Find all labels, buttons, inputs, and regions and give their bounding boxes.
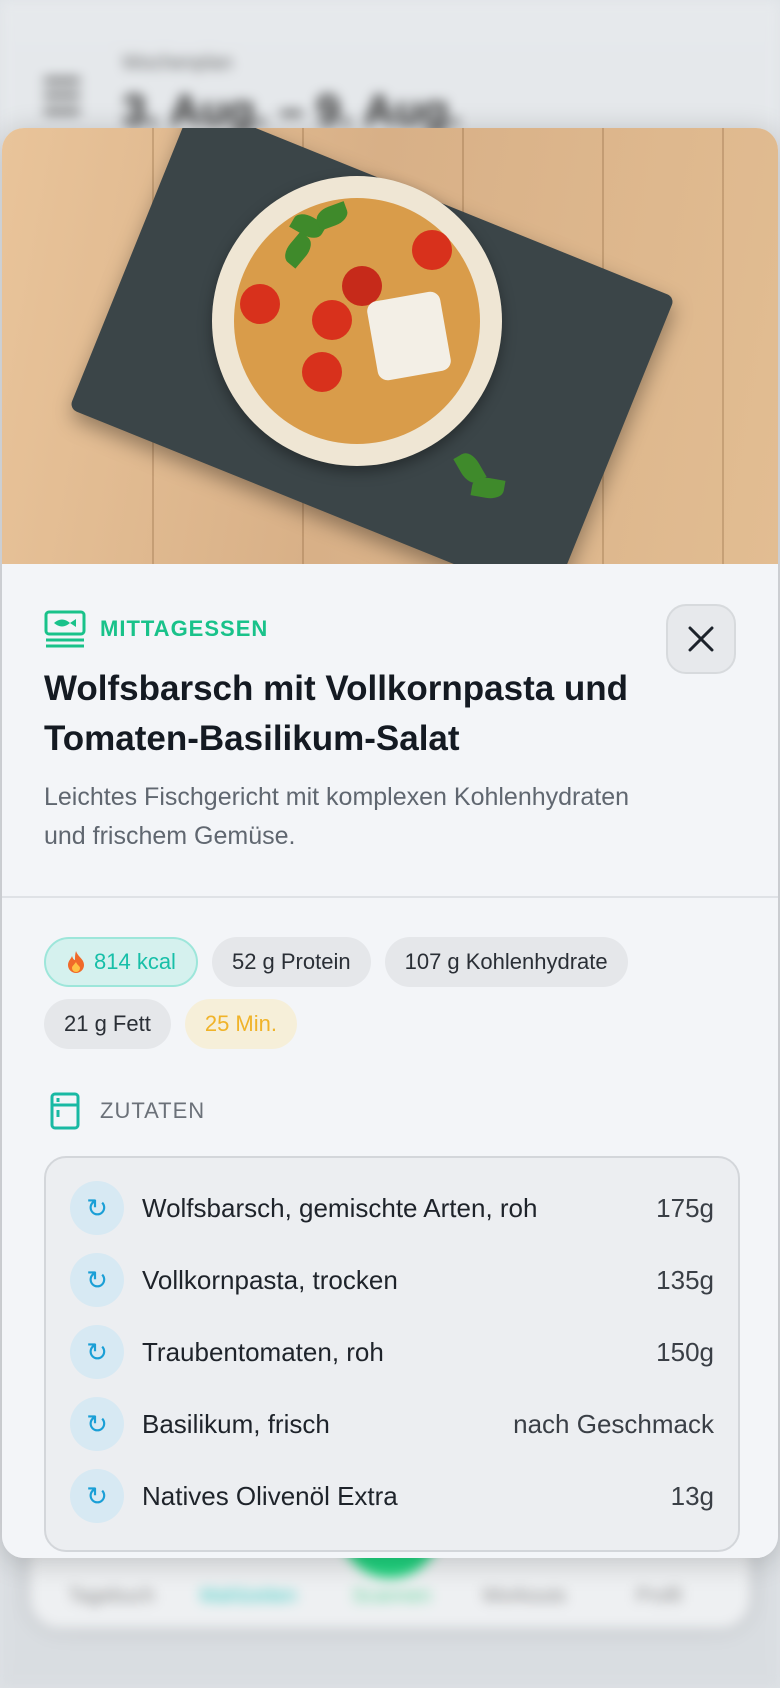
ingredient-row: ↻ Basilikum, frisch nach Geschmack (70, 1388, 714, 1460)
nav-label-profile: Profil (636, 1585, 682, 1607)
meal-header: MITTAGESSEN Wolfsbarsch mit Vollkornpast… (2, 564, 778, 898)
ingredient-row: ↻ Traubentomaten, roh 150g (70, 1316, 714, 1388)
swap-icon: ↻ (86, 1192, 108, 1223)
meal-detail-sheet: MITTAGESSEN Wolfsbarsch mit Vollkornpast… (2, 564, 778, 1558)
close-icon (688, 626, 714, 652)
ingredient-amount: 150g (656, 1336, 714, 1367)
swap-icon: ↻ (86, 1264, 108, 1295)
ingredient-name: Natives Olivenöl Extra (142, 1480, 398, 1511)
meal-description: Leichtes Fischgericht mit komplexen Kohl… (44, 783, 630, 850)
menu-icon (44, 78, 80, 114)
swap-icon: ↻ (86, 1408, 108, 1439)
swap-button[interactable]: ↻ (70, 1397, 124, 1451)
nav-label-scan: Scannen (352, 1585, 431, 1607)
fridge-icon (50, 1092, 80, 1130)
swap-icon: ↻ (86, 1480, 108, 1511)
ingredient-amount: 175g (656, 1192, 714, 1223)
ingredient-name: Wolfsbarsch, gemischte Arten, roh (142, 1192, 538, 1223)
meal-photo (2, 128, 778, 564)
swap-icon: ↻ (86, 1336, 108, 1367)
ingredient-row: ↻ Vollkornpasta, trocken 135g (70, 1244, 714, 1316)
ingredient-name: Basilikum, frisch (142, 1408, 330, 1439)
swap-button[interactable]: ↻ (70, 1469, 124, 1523)
background-subtitle: Wochenplan (122, 52, 233, 74)
fish-plate-icon (44, 610, 86, 648)
ingredient-amount: 135g (656, 1264, 714, 1295)
protein-badge: 52 g Protein (211, 937, 371, 987)
time-badge: 25 Min. (184, 999, 297, 1049)
ingredient-row: ↻ Natives Olivenöl Extra 13g (70, 1460, 714, 1532)
ingredient-name: Vollkornpasta, trocken (142, 1264, 398, 1295)
ingredients-list: ↻ Wolfsbarsch, gemischte Arten, roh 175g… (44, 1156, 740, 1552)
nav-label-diary: Tagebuch (68, 1585, 155, 1607)
ingredient-amount: 13g (670, 1480, 714, 1511)
ingredient-row: ↻ Wolfsbarsch, gemischte Arten, roh 175g (70, 1172, 714, 1244)
ingredients-label: ZUTATEN (100, 1098, 206, 1123)
ingredients-header: ZUTATEN (50, 1092, 205, 1130)
carbs-badge: 107 g Kohlenhydrate (384, 937, 628, 987)
swap-button[interactable]: ↻ (70, 1253, 124, 1307)
flame-icon (68, 951, 84, 973)
ingredient-amount: nach Geschmack (513, 1408, 714, 1439)
meal-category: MITTAGESSEN (44, 610, 268, 648)
nav-label-workouts: Workouts (482, 1585, 567, 1607)
kcal-value: 814 kcal (94, 949, 176, 974)
close-button[interactable] (666, 604, 736, 674)
swap-button[interactable]: ↻ (70, 1325, 124, 1379)
fat-badge: 21 g Fett (44, 999, 171, 1049)
ingredient-name: Traubentomaten, roh (142, 1336, 384, 1367)
meal-title: Wolfsbarsch mit Vollkornpasta und Tomate… (44, 669, 629, 758)
nutrition-pills: 814 kcal 52 g Protein 107 g Kohlenhydrat… (44, 937, 744, 1049)
swap-button[interactable]: ↻ (70, 1181, 124, 1235)
kcal-badge: 814 kcal (44, 937, 198, 987)
meal-detail-modal: MITTAGESSEN Wolfsbarsch mit Vollkornpast… (2, 128, 778, 1558)
meal-category-label: MITTAGESSEN (100, 616, 269, 641)
nav-label-meals: Mahlzeiten (200, 1585, 297, 1607)
